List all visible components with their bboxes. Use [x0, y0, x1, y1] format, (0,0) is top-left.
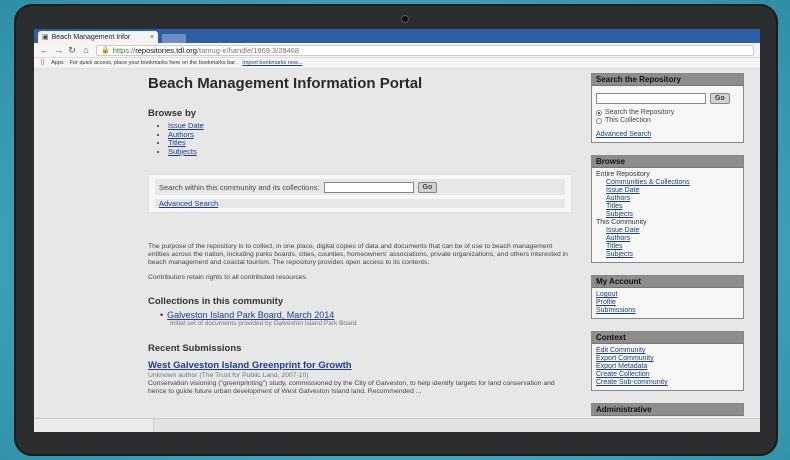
browse-by-list: Issue Date Authors Titles Subjects	[148, 121, 574, 157]
bookmarks-bar: ⠿ Apps For quick access, place your book…	[34, 58, 760, 69]
new-tab-button[interactable]	[162, 34, 186, 43]
collections-heading: Collections in this community	[148, 296, 284, 307]
forward-icon[interactable]: →	[54, 45, 63, 55]
browse-subjects-link[interactable]: Subjects	[168, 147, 197, 156]
sidebar-advanced-search-link[interactable]: Advanced Search	[596, 131, 739, 139]
community-authors-link[interactable]: Authors	[606, 235, 739, 243]
account-panel-heading: My Account	[592, 276, 743, 288]
browse-item: Authors	[168, 130, 574, 140]
bookmarks-apps[interactable]: Apps	[51, 60, 64, 66]
home-icon[interactable]: ⌂	[82, 45, 90, 55]
close-tab-icon[interactable]: ×	[150, 34, 154, 41]
search-panel: Search the Repository Go Search the Repo…	[591, 73, 744, 143]
lock-icon: 🔒	[101, 47, 110, 54]
entire-repository-label: Entire Repository	[596, 171, 650, 178]
community-search-go-button[interactable]: Go	[417, 181, 438, 193]
browse-subjects-link[interactable]: Subjects	[606, 211, 739, 219]
radio-this-collection[interactable]: This Collection	[596, 117, 739, 125]
collection-item: • Galveston Island Park Board, March 2014	[148, 310, 574, 320]
context-panel: Context Edit Community Export Community …	[591, 331, 744, 391]
advanced-search-row: Advanced Search	[155, 199, 565, 208]
export-community-link[interactable]: Export Community	[596, 355, 739, 363]
community-search-label: Search within this community and its col…	[159, 182, 320, 192]
browse-item: Subjects	[168, 147, 574, 157]
administrative-panel: Administrative	[591, 403, 744, 416]
edit-community-link[interactable]: Edit Community	[596, 347, 739, 355]
community-subjects-link[interactable]: Subjects	[606, 251, 739, 259]
page-title: Beach Management Information Portal	[148, 75, 423, 92]
browse-communities-link[interactable]: Communities & Collections	[606, 179, 739, 187]
browse-by-heading: Browse by	[148, 108, 197, 119]
rights-statement: Contributors retain rights to all contri…	[148, 274, 308, 281]
export-metadata-link[interactable]: Export Metadata	[596, 363, 739, 371]
bookmarks-hint: For quick access, place your bookmarks h…	[69, 60, 237, 66]
profile-link[interactable]: Profile	[596, 299, 739, 307]
reload-icon[interactable]: ↻	[68, 45, 76, 56]
account-panel: My Account Logout Profile Submissions	[591, 275, 744, 319]
repository-search-input[interactable]	[596, 93, 706, 104]
community-description: The purpose of the repository is to coll…	[148, 243, 568, 266]
submissions-link[interactable]: Submissions	[596, 307, 739, 315]
laptop-screen: ▣ Beach Management Infor × ← → ↻ ⌂ 🔒 htt…	[34, 29, 760, 432]
community-search-box: Search within this community and its col…	[148, 174, 572, 213]
tab-strip: ▣ Beach Management Infor ×	[34, 29, 760, 43]
administrative-panel-heading: Administrative	[592, 404, 743, 416]
browse-item: Issue Date	[168, 121, 574, 131]
recent-submissions-heading: Recent Submissions	[148, 343, 242, 354]
browse-item: Titles	[168, 138, 574, 148]
logout-link[interactable]: Logout	[596, 291, 739, 299]
submission-abstract: Conservation visioning ("greenprinting")…	[148, 380, 555, 395]
browse-panel: Browse Entire Repository Communities & C…	[591, 155, 744, 263]
web-page: Beach Management Information Portal Brow…	[34, 69, 760, 432]
sidebar: Search the Repository Go Search the Repo…	[591, 73, 744, 428]
repository-search-go-button[interactable]: Go	[710, 93, 730, 104]
bottom-status-strip	[34, 418, 760, 432]
radio-selected-icon[interactable]	[596, 110, 602, 116]
browse-authors-link[interactable]: Authors	[606, 195, 739, 203]
import-bookmarks-link[interactable]: Import bookmarks now...	[242, 60, 302, 66]
browse-panel-heading: Browse	[592, 156, 743, 168]
favicon-icon: ▣	[42, 34, 49, 41]
status-segment	[34, 419, 154, 432]
community-search-input[interactable]	[323, 181, 414, 193]
apps-icon[interactable]: ⠿	[40, 59, 45, 67]
collection-description: Initial set of documents provided by Gal…	[170, 320, 357, 327]
search-panel-heading: Search the Repository	[592, 74, 743, 86]
radio-search-repository[interactable]: Search the Repository	[596, 109, 739, 117]
advanced-search-link[interactable]: Advanced Search	[159, 199, 218, 208]
radio-unselected-icon[interactable]	[596, 118, 602, 124]
community-titles-link[interactable]: Titles	[606, 243, 739, 251]
context-panel-heading: Context	[592, 332, 743, 344]
community-issue-date-link[interactable]: Issue Date	[606, 227, 739, 235]
collection-link[interactable]: Galveston Island Park Board, March 2014	[167, 310, 334, 320]
this-community-label: This Community	[596, 219, 647, 226]
main-content: Beach Management Information Portal Brow…	[148, 75, 574, 403]
back-icon[interactable]: ←	[40, 45, 49, 55]
create-collection-link[interactable]: Create Collection	[596, 371, 739, 379]
create-sub-community-link[interactable]: Create Sub-community	[596, 379, 739, 387]
submission-author: Unknown author (The Trust for Public Lan…	[148, 372, 309, 379]
browse-titles-link[interactable]: Titles	[606, 203, 739, 211]
community-search-row: Search within this community and its col…	[155, 179, 565, 195]
submission-title-link[interactable]: West Galveston Island Greenprint for Gro…	[148, 360, 574, 371]
bullet-icon: •	[160, 310, 164, 320]
browser-tab[interactable]: ▣ Beach Management Infor ×	[38, 31, 158, 43]
tab-title: Beach Management Infor	[51, 33, 131, 41]
address-bar: ← → ↻ ⌂ 🔒 https://repositories.tdl.org/t…	[34, 43, 760, 58]
url-field[interactable]: 🔒 https://repositories.tdl.org/tamug-ir/…	[96, 44, 754, 56]
webcam	[401, 15, 409, 23]
browse-issue-date-link[interactable]: Issue Date	[606, 187, 739, 195]
